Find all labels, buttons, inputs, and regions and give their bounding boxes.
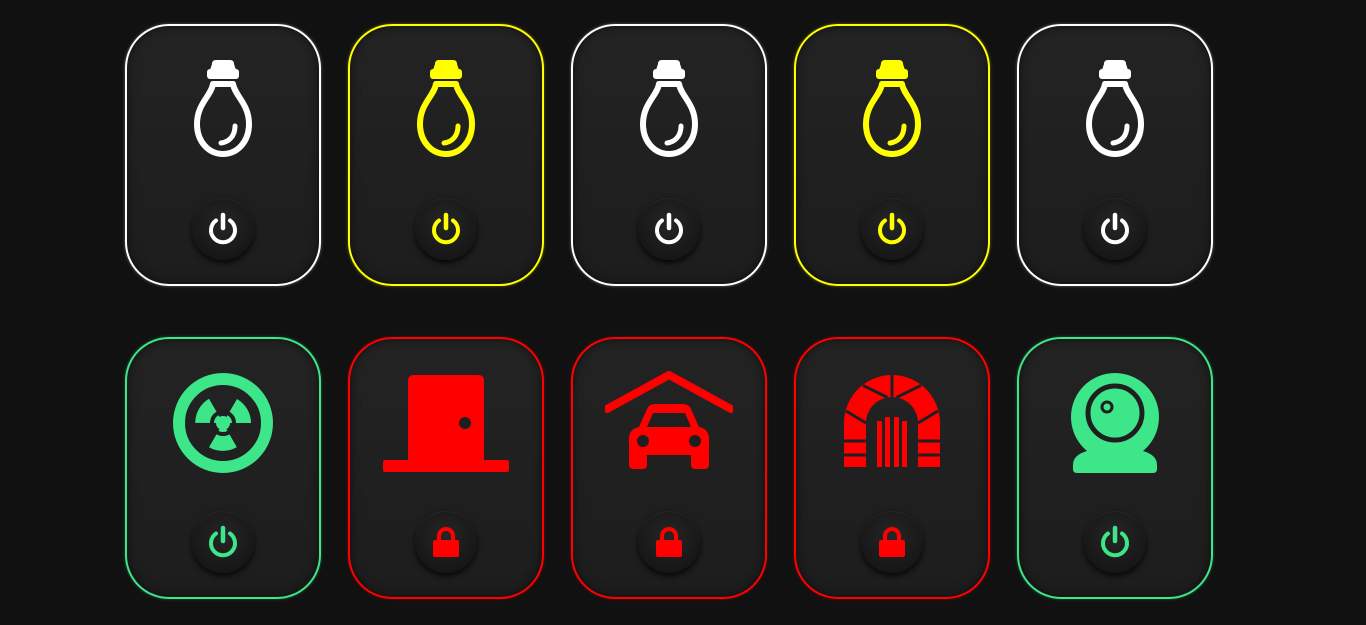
power-button[interactable] — [861, 198, 923, 260]
door-icon — [350, 367, 542, 479]
device-card-bulb-5[interactable] — [1017, 24, 1213, 286]
device-card-fan[interactable] — [125, 337, 321, 599]
power-icon — [205, 211, 241, 247]
power-icon — [205, 524, 241, 560]
bulb-icon — [127, 54, 319, 166]
lock-button[interactable] — [415, 511, 477, 573]
device-card-gate[interactable] — [794, 337, 990, 599]
lock-button[interactable] — [861, 511, 923, 573]
power-button[interactable] — [638, 198, 700, 260]
lock-icon — [432, 526, 460, 558]
lock-icon — [878, 526, 906, 558]
bulb-icon — [796, 54, 988, 166]
garage-icon — [573, 367, 765, 479]
lock-button[interactable] — [638, 511, 700, 573]
device-card-garage[interactable] — [571, 337, 767, 599]
fan-icon — [127, 367, 319, 479]
power-icon — [428, 211, 464, 247]
device-card-bulb-4[interactable] — [794, 24, 990, 286]
power-icon — [651, 211, 687, 247]
power-button[interactable] — [192, 198, 254, 260]
bulb-icon — [350, 54, 542, 166]
power-button[interactable] — [1084, 198, 1146, 260]
device-grid — [125, 24, 1218, 602]
lock-icon — [655, 526, 683, 558]
device-card-bulb-1[interactable] — [125, 24, 321, 286]
power-button[interactable] — [192, 511, 254, 573]
bulb-icon — [573, 54, 765, 166]
bulb-icon — [1019, 54, 1211, 166]
gate-icon — [796, 367, 988, 479]
power-icon — [1097, 524, 1133, 560]
power-icon — [1097, 211, 1133, 247]
power-icon — [874, 211, 910, 247]
power-button[interactable] — [1084, 511, 1146, 573]
device-card-webcam[interactable] — [1017, 337, 1213, 599]
device-card-bulb-2[interactable] — [348, 24, 544, 286]
device-card-door[interactable] — [348, 337, 544, 599]
device-card-bulb-3[interactable] — [571, 24, 767, 286]
power-button[interactable] — [415, 198, 477, 260]
webcam-icon — [1019, 367, 1211, 479]
